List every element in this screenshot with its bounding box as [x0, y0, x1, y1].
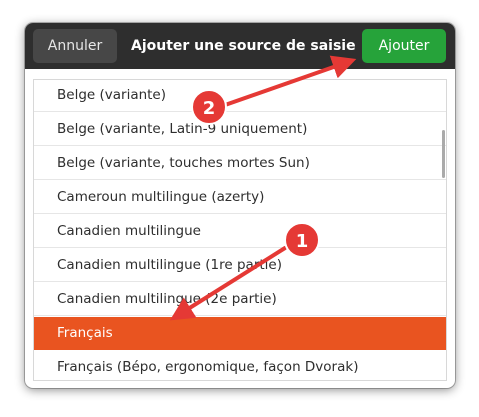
list-item[interactable]: Français (Bépo, ergonomique, façon Dvora…: [34, 351, 446, 380]
input-source-list: Belge (variante) Belge (variante, Latin-…: [33, 79, 447, 381]
list-item-selected[interactable]: Français: [34, 317, 446, 350]
list-item[interactable]: Canadien multilingue (2e partie): [34, 283, 446, 316]
list-item[interactable]: Belge (variante, Latin-9 uniquement): [34, 113, 446, 146]
add-button[interactable]: Ajouter: [362, 29, 446, 63]
scrollbar[interactable]: [442, 130, 445, 178]
add-input-source-dialog: Annuler Ajouter une source de saisie Ajo…: [25, 23, 455, 388]
list-item[interactable]: Belge (variante, touches mortes Sun): [34, 147, 446, 180]
dialog-title: Ajouter une source de saisie: [131, 38, 356, 54]
list-item[interactable]: Canadien multilingue (1re partie): [34, 249, 446, 282]
cancel-button[interactable]: Annuler: [33, 29, 117, 63]
header-bar: Annuler Ajouter une source de saisie Ajo…: [25, 23, 455, 69]
list-item[interactable]: Belge (variante): [34, 80, 446, 112]
list-item[interactable]: Cameroun multilingue (azerty): [34, 181, 446, 214]
list-item[interactable]: Canadien multilingue: [34, 215, 446, 248]
